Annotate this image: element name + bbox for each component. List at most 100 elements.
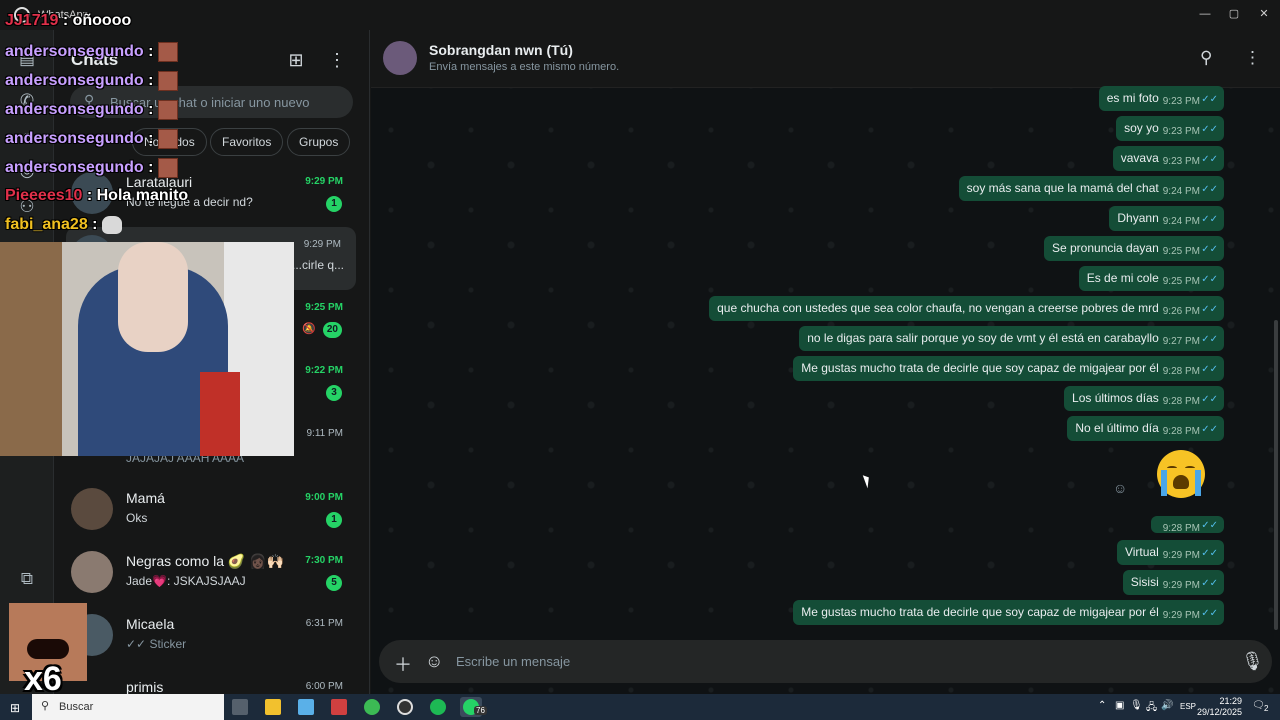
chat-name: primis (126, 679, 164, 694)
chat-preview: Jade💗: JSKAJSJAAJ (126, 574, 246, 588)
contact-avatar[interactable] (383, 41, 417, 75)
message-text: Me gustas mucho trata de decirle que soy… (801, 361, 1159, 375)
windows-start-icon[interactable]: ⊞ (10, 701, 22, 715)
read-receipt-icon: ✓✓ (1201, 520, 1218, 531)
emote-icon (157, 42, 178, 62)
chat-time: 9:00 PM (305, 492, 343, 503)
clock-time: 21:29 (1219, 696, 1242, 706)
message-text: Es de mi cole (1086, 271, 1159, 285)
message-text: Sisisi (1130, 575, 1159, 589)
muted-icon: 🔕 (302, 323, 316, 335)
message-bubble[interactable]: Es de mi cole 9:25 PM ✓✓ (1078, 266, 1224, 291)
app-icon[interactable] (328, 697, 350, 717)
message-bubble[interactable]: es mi foto 9:23 PM ✓✓ (1098, 86, 1224, 111)
message-bubble[interactable]: soy más sana que la mamá del chat 9:24 PM… (958, 176, 1224, 201)
message-time: 9:26 PM (1162, 306, 1200, 317)
message-time: 9:25 PM (1162, 276, 1200, 287)
read-receipt-icon: ✓✓ (1201, 424, 1218, 435)
filter-groups[interactable]: Grupos (287, 128, 351, 156)
unread-badge: 1 (326, 196, 342, 212)
filter-favorites[interactable]: Favoritos (210, 128, 284, 156)
overlay-separator: : (82, 187, 97, 204)
read-receipt-icon: ✓✓ (1201, 304, 1218, 315)
new-chat-icon[interactable]: ⊞ (284, 48, 308, 72)
attach-plus-icon[interactable]: ＋ (394, 651, 412, 677)
chat-list-item[interactable]: Micaela ✓✓ Sticker 6:31 PM (54, 606, 370, 669)
file-explorer-icon[interactable] (262, 697, 284, 717)
chat-time: 9:29 PM (305, 176, 343, 187)
message-time: 9:28 PM (1162, 523, 1200, 534)
mouse-cursor (862, 473, 873, 489)
message-text: Se pronuncia dayan (1052, 241, 1159, 255)
minimize-button[interactable]: — (1194, 4, 1216, 24)
message-time: 9:28 PM (1162, 426, 1200, 437)
microphone-icon[interactable]: 🎙 (1241, 651, 1264, 672)
message-bubble[interactable]: que chucha con ustedes que sea color cha… (709, 296, 1224, 321)
emote-icon (157, 100, 178, 120)
media-icon[interactable]: ⧉ (16, 568, 38, 590)
read-receipt-icon: ✓✓ (1201, 154, 1218, 165)
unread-badge: 20 (322, 322, 342, 338)
message-text: que chucha con ustedes que sea color cha… (717, 301, 1159, 315)
chat-list-item[interactable]: Negras como la 🥑 👩🏿🙌🏻 Jade💗: JSKAJSJAAJ … (54, 543, 370, 606)
close-button[interactable]: ✕ (1253, 4, 1275, 24)
obs-icon[interactable] (394, 697, 416, 717)
message-bubble[interactable]: Se pronuncia dayan 9:25 PM ✓✓ (1044, 236, 1224, 261)
chrome-icon[interactable] (361, 697, 383, 717)
overlay-username: JJ1719 (5, 12, 59, 29)
overlay-chat-line: andersonsegundo : (5, 42, 178, 62)
network-icon[interactable]: 🖧 (1146, 700, 1157, 717)
message-text: No el último día (1075, 421, 1159, 435)
message-text: no le digas para salir porque yo soy de … (807, 331, 1159, 345)
emote-icon (157, 129, 178, 149)
maximize-button[interactable]: ▢ (1223, 4, 1245, 24)
message-bubble[interactable]: no le digas para salir porque yo soy de … (799, 326, 1224, 351)
message-bubble[interactable]: Virtual 9:29 PM ✓✓ (1116, 540, 1224, 565)
taskbar-search[interactable]: ⚲ Buscar (32, 694, 224, 720)
scrollbar[interactable] (1274, 320, 1278, 630)
message-bubble[interactable]: Me gustas mucho trata de decirle que soy… (793, 600, 1224, 625)
notification-icon[interactable]: 🗨 (1252, 700, 1265, 711)
menu-dots-icon[interactable]: ⋮ (1244, 48, 1261, 68)
message-bubble[interactable]: Dhyann 9:24 PM ✓✓ (1109, 206, 1224, 231)
task-view-icon[interactable] (229, 697, 251, 717)
menu-dots-icon[interactable]: ⋮ (325, 48, 349, 72)
tray-mic-icon[interactable]: 🎙 (1130, 700, 1143, 711)
sticker-icon[interactable]: ☺ (425, 651, 443, 672)
overlay-chat-line: andersonsegundo : (5, 129, 178, 149)
message-composer[interactable]: ＋ ☺ Escribe un mensaje 🎙 (379, 640, 1272, 683)
read-receipt-icon: ✓✓ (1201, 364, 1218, 375)
tray-chevron-icon[interactable]: ⌃ (1098, 700, 1106, 711)
volume-icon[interactable]: 🔊 (1161, 700, 1173, 711)
clock[interactable]: 21:29 29/12/2025 (1197, 696, 1242, 718)
notes-app-icon[interactable] (295, 697, 317, 717)
message-bubble[interactable]: Me gustas mucho trata de decirle que soy… (793, 356, 1224, 381)
message-text: Dhyann (1117, 211, 1159, 225)
react-emoji-icon[interactable]: ☺ (1113, 480, 1129, 496)
chat-list-item[interactable]: primis 6:00 PM (54, 669, 370, 694)
message-bubble[interactable]: soy yo 9:23 PM ✓✓ (1116, 116, 1224, 141)
clock-date: 29/12/2025 (1196, 707, 1242, 717)
spotify-icon[interactable] (427, 697, 449, 717)
message-bubble[interactable]: No el último día 9:28 PM ✓✓ (1067, 416, 1224, 441)
unread-badge: 3 (326, 385, 342, 401)
message-input[interactable]: Escribe un mensaje (456, 654, 570, 669)
overlay-chat-line: JJ1719 : oñoooo (5, 12, 131, 30)
tray-app-icon[interactable]: ▣ (1115, 700, 1124, 711)
chat-time: 7:30 PM (305, 555, 343, 566)
taskbar-search-label: Buscar (59, 701, 94, 713)
overlay-separator: : (143, 72, 158, 90)
chat-list-item[interactable]: Mamá Oks 9:00 PM 1 (54, 480, 370, 543)
message-time: 9:24 PM (1162, 186, 1200, 197)
message-bubble[interactable]: Sisisi 9:29 PM ✓✓ (1122, 570, 1224, 595)
chat-time: 9:11 PM (306, 428, 344, 439)
chat-time: 6:31 PM (305, 618, 343, 629)
search-icon[interactable]: ⚲ (1200, 48, 1212, 68)
read-receipt-icon: ✓✓ (1201, 94, 1218, 105)
contact-subtitle: Envía mensajes a este mismo número. (429, 61, 620, 73)
message-bubble[interactable]: Los últimos días 9:28 PM ✓✓ (1064, 386, 1224, 411)
conversation-header[interactable]: Sobrangdan nwn (Tú) Envía mensajes a est… (371, 30, 1280, 88)
message-bubble[interactable]: vavava 9:23 PM ✓✓ (1112, 146, 1224, 171)
language-indicator[interactable]: ESP (1180, 702, 1196, 711)
message-bubble[interactable]: 9:28 PM ✓✓ (1150, 516, 1224, 534)
